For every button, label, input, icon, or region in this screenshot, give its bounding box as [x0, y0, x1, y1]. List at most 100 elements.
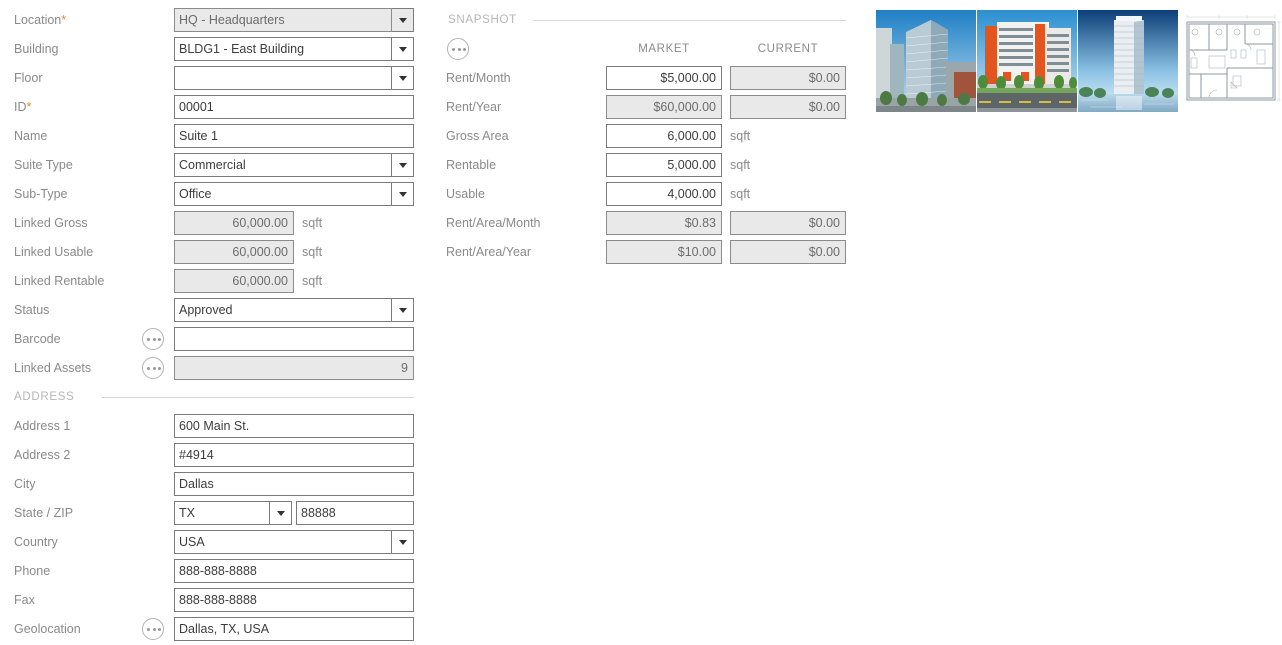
chevron-down-icon [399, 47, 407, 52]
building-dropdown-arrow[interactable] [392, 37, 414, 61]
field-label-phone: Phone [14, 559, 144, 583]
field-label-location: Location* [14, 8, 144, 32]
field-label-barcode: Barcode [14, 327, 144, 351]
snapshot-row-rent-year: Rent/Year$60,000.00 $0.00 [0, 95, 860, 119]
address-section-rule [102, 397, 414, 398]
snapshot-label-rent-year: Rent/Year [446, 95, 606, 119]
linked-rentable-input[interactable]: 60,000.00 [174, 269, 294, 293]
field-label-city: City [14, 472, 144, 496]
form-row-linked-rentable: Linked Rentable 60,000.00 sqft [0, 269, 430, 293]
rent-area-month-current-input[interactable]: $0.00 [730, 211, 846, 235]
snapshot-section-title: SNAPSHOT [448, 11, 517, 29]
rentable-unit: sqft [730, 153, 750, 177]
address-1-input[interactable]: 600 Main St. [174, 414, 414, 438]
status-dropdown-arrow[interactable] [392, 298, 414, 322]
snapshot-row-rentable: Rentable5,000.00 sqft [0, 153, 860, 177]
form-row-country: Country USA [0, 530, 430, 554]
address-section-title: ADDRESS [14, 388, 75, 406]
building-photo-2[interactable] [977, 10, 1077, 112]
snapshot-options-button[interactable] [447, 38, 469, 60]
state-select[interactable]: TX [174, 501, 270, 525]
form-row-geolocation: Geolocation Dallas, TX, USA [0, 617, 430, 641]
rent-area-year-market-input[interactable]: $10.00 [606, 240, 722, 264]
form-row-state-zip: State / ZIP TX 88888 [0, 501, 430, 525]
country-dropdown-arrow[interactable] [392, 530, 414, 554]
form-row-building: Building BLDG1 - East Building [0, 37, 430, 61]
form-row-address-1: Address 1 600 Main St. [0, 414, 430, 438]
rentable-market-input[interactable]: 5,000.00 [606, 153, 722, 177]
field-label-building: Building [14, 37, 144, 61]
gross-area-market-input[interactable]: 6,000.00 [606, 124, 722, 148]
snapshot-label-rent-area-year: Rent/Area/Year [446, 240, 606, 264]
snapshot-label-usable: Usable [446, 182, 606, 206]
linked-assets-input[interactable]: 9 [174, 356, 414, 380]
floor-plan-drawing[interactable] [1179, 10, 1282, 112]
form-row-status: Status Approved [0, 298, 430, 322]
snapshot-label-rent-area-month: Rent/Area/Month [446, 211, 606, 235]
zip-input[interactable]: 88888 [296, 501, 414, 525]
column-header-current: CURRENT [730, 38, 846, 60]
suite-detail-form: Location* HQ - Headquarters Building BLDG1 … [0, 0, 1282, 645]
chevron-down-icon [399, 18, 407, 23]
linked-rentable-unit: sqft [302, 269, 322, 293]
geolocation-picker-button[interactable] [142, 618, 164, 640]
rent-year-market-input[interactable]: $60,000.00 [606, 95, 722, 119]
snapshot-row-usable: Usable4,000.00 sqft [0, 182, 860, 206]
field-label-state-zip: State / ZIP [14, 501, 144, 525]
field-label-linked-rentable: Linked Rentable [14, 269, 144, 293]
snapshot-row-rent-area-month: Rent/Area/Month$0.83 $0.00 [0, 211, 860, 235]
phone-input[interactable]: 888-888-8888 [174, 559, 414, 583]
chevron-down-icon [399, 308, 407, 313]
status-select[interactable]: Approved [174, 298, 392, 322]
usable-market-input[interactable]: 4,000.00 [606, 182, 722, 206]
state-dropdown-arrow[interactable] [270, 501, 292, 525]
address-section-header: ADDRESS [14, 388, 414, 406]
building-photo-3[interactable] [1078, 10, 1178, 112]
snapshot-row-rent-area-year: Rent/Area/Year$10.00 $0.00 [0, 240, 860, 264]
rent-month-market-input[interactable]: $5,000.00 [606, 66, 722, 90]
gross-area-unit: sqft [730, 124, 750, 148]
snapshot-section-header: SNAPSHOT [448, 11, 846, 29]
column-header-market: MARKET [606, 38, 722, 60]
field-label-address-2: Address 2 [14, 443, 144, 467]
snapshot-label-rentable: Rentable [446, 153, 606, 177]
building-select[interactable]: BLDG1 - East Building [174, 37, 392, 61]
field-label-linked-assets: Linked Assets [14, 356, 144, 380]
address-2-input[interactable]: #4914 [174, 443, 414, 467]
field-label-address-1: Address 1 [14, 414, 144, 438]
required-asterisk: * [61, 13, 66, 27]
rent-area-month-market-input[interactable]: $0.83 [606, 211, 722, 235]
form-row-phone: Phone 888-888-8888 [0, 559, 430, 583]
snapshot-label-rent-month: Rent/Month [446, 66, 606, 90]
snapshot-row-rent-month: Rent/Month$5,000.00 $0.00 [0, 66, 860, 90]
barcode-picker-button[interactable] [142, 328, 164, 350]
country-select[interactable]: USA [174, 530, 392, 554]
geolocation-input[interactable]: Dallas, TX, USA [174, 617, 414, 641]
field-label-geolocation: Geolocation [14, 617, 144, 641]
field-label-fax: Fax [14, 588, 144, 612]
snapshot-row-gross-area: Gross Area6,000.00 sqft [0, 124, 860, 148]
usable-unit: sqft [730, 182, 750, 206]
form-row-linked-assets: Linked Assets 9 [0, 356, 430, 380]
location-select[interactable]: HQ - Headquarters [174, 8, 392, 32]
city-input[interactable]: Dallas [174, 472, 414, 496]
rent-year-current-input[interactable]: $0.00 [730, 95, 846, 119]
form-row-address-2: Address 2 #4914 [0, 443, 430, 467]
field-label-status: Status [14, 298, 144, 322]
form-row-city: City Dallas [0, 472, 430, 496]
rent-month-current-input[interactable]: $0.00 [730, 66, 846, 90]
field-label-country: Country [14, 530, 144, 554]
form-row-fax: Fax 888-888-8888 [0, 588, 430, 612]
barcode-input[interactable] [174, 327, 414, 351]
linked-assets-picker-button[interactable] [142, 357, 164, 379]
building-photo-1[interactable] [876, 10, 976, 112]
chevron-down-icon [399, 540, 407, 545]
location-dropdown-arrow[interactable] [392, 8, 414, 32]
fax-input[interactable]: 888-888-8888 [174, 588, 414, 612]
chevron-down-icon [277, 511, 285, 516]
snapshot-section-rule [533, 20, 846, 21]
snapshot-label-gross-area: Gross Area [446, 124, 606, 148]
form-row-location: Location* HQ - Headquarters [0, 8, 430, 32]
rent-area-year-current-input[interactable]: $0.00 [730, 240, 846, 264]
form-row-barcode: Barcode [0, 327, 430, 351]
